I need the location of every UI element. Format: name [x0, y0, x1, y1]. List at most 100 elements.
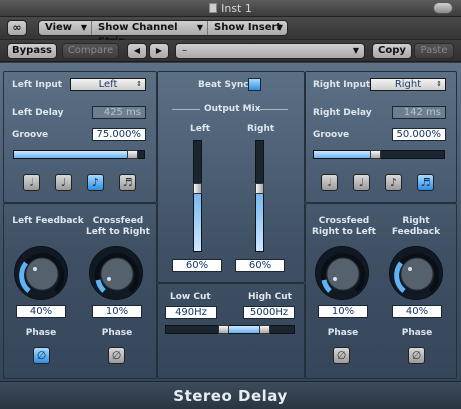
left-delay-field[interactable]: 425 ms: [92, 106, 146, 119]
high-cut-thumb[interactable]: [259, 325, 270, 334]
previous-preset-button[interactable]: ◀: [127, 43, 147, 59]
right-groove-field[interactable]: 50.000%: [392, 128, 446, 141]
right-groove-label: Groove: [313, 130, 350, 140]
next-preset-button[interactable]: ▶: [149, 43, 169, 59]
left-mix-slider[interactable]: [193, 140, 202, 252]
title-bar: Inst 1: [0, 0, 461, 17]
right-mix-label: Right: [247, 124, 275, 134]
right-delay-field[interactable]: 142 ms: [392, 106, 446, 119]
crossfeed-right-to-left-label: Crossfeed Right to Left: [312, 216, 376, 237]
window-title: Inst 1: [0, 2, 461, 15]
left-delay-label: Left Delay: [12, 108, 64, 118]
left-mix-label: Left: [190, 124, 211, 134]
right-phase-label: Phase: [401, 328, 433, 338]
view-segment: View▼ Show Channel Strip▼ Show Insert▼: [38, 20, 288, 47]
left-quarter-note-icon[interactable]: ♩: [55, 174, 72, 191]
chevron-down-icon: ▼: [276, 23, 283, 32]
crossfeed-rl-phase-label: Phase: [327, 328, 359, 338]
window-title-text: Inst 1: [221, 2, 252, 15]
slider-thumb[interactable]: [255, 183, 264, 194]
slider-thumb[interactable]: [370, 150, 381, 159]
left-input-label: Left Input: [12, 80, 63, 90]
left-input-select[interactable]: Left ⇕: [70, 78, 146, 91]
right-feedback-knob[interactable]: [389, 246, 443, 300]
view-menu[interactable]: View ▼: [39, 21, 92, 35]
low-cut-field[interactable]: 490Hz: [165, 306, 217, 319]
chevron-updown-icon: ⇕: [136, 80, 142, 88]
right-mix-field[interactable]: 60%: [235, 259, 285, 272]
right-feedback-label: Right Feedback: [391, 216, 441, 237]
left-feedback-knob[interactable]: [14, 246, 68, 300]
low-cut-thumb[interactable]: [218, 325, 229, 334]
plugin-name: Stereo Delay: [173, 387, 288, 405]
crossfeed-left-to-right-label: Crossfeed Left to Right: [86, 216, 150, 237]
preset-toolbar: Bypass Compare ◀ ▶ – ▼ Copy Paste: [0, 40, 461, 62]
crossfeed-right-to-left-field[interactable]: 10%: [318, 305, 368, 318]
low-cut-label: Low Cut: [170, 292, 211, 302]
chevron-down-icon: ▼: [196, 23, 203, 32]
left-groove-field[interactable]: 75.000%: [92, 128, 146, 141]
link-icon: ∞: [12, 21, 22, 34]
window-zoom-button[interactable]: [433, 2, 453, 14]
compare-button[interactable]: Compare: [62, 43, 119, 59]
right-input-select[interactable]: Right ⇕: [370, 78, 446, 91]
right-quarter-note-icon[interactable]: ♩: [353, 174, 370, 191]
stereo-delay-plugin: Left Input Left ⇕ Left Delay 425 ms Groov…: [0, 63, 461, 381]
beat-sync-label: Beat Sync: [198, 80, 249, 90]
show-insert-menu[interactable]: Show Insert ▼: [208, 21, 287, 35]
bypass-button[interactable]: Bypass: [7, 43, 57, 59]
right-delay-label: Right Delay: [313, 108, 372, 118]
chevron-down-icon: ▼: [80, 23, 87, 32]
slider-fill: [14, 151, 133, 158]
crossfeed-lr-phase-toggle[interactable]: ∅: [108, 347, 125, 364]
crossfeed-lr-phase-label: Phase: [101, 328, 133, 338]
copy-button[interactable]: Copy: [372, 43, 412, 59]
crossfeed-right-to-left-knob[interactable]: [315, 246, 369, 300]
crossfeed-left-to-right-field[interactable]: 10%: [92, 305, 142, 318]
left-feedback-label: Left Feedback: [12, 216, 84, 226]
left-groove-slider[interactable]: [13, 150, 145, 159]
chevron-updown-icon: ⇕: [436, 80, 442, 88]
slider-thumb[interactable]: [127, 150, 138, 159]
output-mix-panel: [157, 71, 305, 283]
right-phase-toggle[interactable]: ∅: [408, 347, 425, 364]
left-half-note-icon[interactable]: 𝅗𝅥: [23, 174, 40, 191]
view-label: View: [45, 22, 73, 33]
high-cut-label: High Cut: [248, 292, 292, 302]
preset-value: –: [182, 45, 187, 56]
right-feedback-field[interactable]: 40%: [392, 305, 442, 318]
right-sixteenth-note-icon[interactable]: ♬: [417, 174, 434, 191]
insert-label: Show Insert: [214, 22, 282, 33]
right-eighth-note-icon[interactable]: ♪: [385, 174, 402, 191]
crossfeed-left-to-right-knob[interactable]: [89, 246, 143, 300]
document-icon: [209, 3, 218, 13]
right-groove-slider[interactable]: [313, 150, 445, 159]
high-cut-field[interactable]: 5000Hz: [243, 306, 295, 319]
left-groove-label: Groove: [12, 130, 49, 140]
right-half-note-icon[interactable]: 𝅗𝅥: [321, 174, 338, 191]
left-phase-toggle[interactable]: ∅: [33, 347, 50, 364]
plugin-footer: Stereo Delay: [0, 381, 461, 409]
preset-menu[interactable]: – ▼: [175, 43, 365, 59]
slider-thumb[interactable]: [193, 183, 202, 194]
left-mix-field[interactable]: 60%: [172, 259, 222, 272]
right-input-label: Right Input: [313, 80, 371, 90]
left-feedback-field[interactable]: 40%: [16, 305, 66, 318]
cut-range-slider[interactable]: [165, 325, 295, 334]
link-button[interactable]: ∞: [7, 20, 27, 36]
left-phase-label: Phase: [25, 328, 57, 338]
right-input-value: Right: [394, 79, 422, 90]
show-channel-strip-menu[interactable]: Show Channel Strip▼: [92, 21, 208, 47]
divider: [260, 109, 288, 110]
left-eighth-note-icon[interactable]: ♪: [87, 174, 104, 191]
slider-fill: [256, 187, 263, 251]
right-mix-slider[interactable]: [255, 140, 264, 252]
paste-button[interactable]: Paste: [414, 43, 454, 59]
chevron-down-icon: ▼: [352, 46, 359, 55]
crossfeed-rl-phase-toggle[interactable]: ∅: [333, 347, 350, 364]
beat-sync-checkbox[interactable]: [248, 78, 261, 91]
header-toolbar: ∞ View▼ Show Channel Strip▼ Show Insert▼: [0, 17, 461, 47]
slider-fill: [314, 151, 376, 158]
divider: [172, 109, 200, 110]
left-sixteenth-note-icon[interactable]: ♬: [119, 174, 136, 191]
